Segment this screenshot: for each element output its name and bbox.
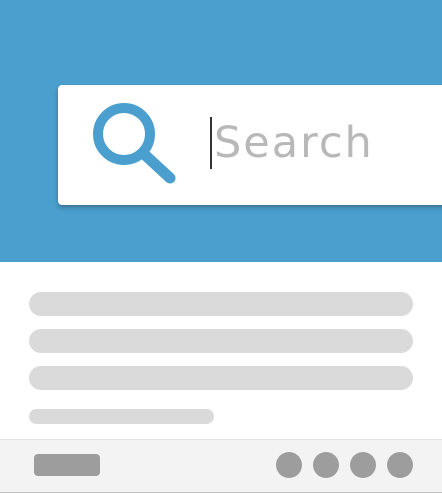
placeholder-line [29, 329, 413, 353]
toolbar-dot-button[interactable] [276, 452, 302, 478]
search-bar[interactable] [58, 85, 442, 205]
search-input[interactable] [214, 115, 434, 171]
placeholder-line [29, 292, 413, 316]
toolbar-dot-button[interactable] [350, 452, 376, 478]
toolbar-dot-button[interactable] [313, 452, 339, 478]
placeholder-line-short [29, 409, 214, 424]
search-icon [93, 103, 176, 184]
bottom-toolbar [0, 439, 442, 493]
toolbar-button[interactable] [34, 454, 100, 476]
text-cursor [210, 117, 212, 169]
toolbar-dot-button[interactable] [387, 452, 413, 478]
search-field[interactable] [210, 115, 442, 171]
header-banner [0, 0, 442, 262]
placeholder-line [29, 366, 413, 390]
app-screen [0, 0, 442, 493]
